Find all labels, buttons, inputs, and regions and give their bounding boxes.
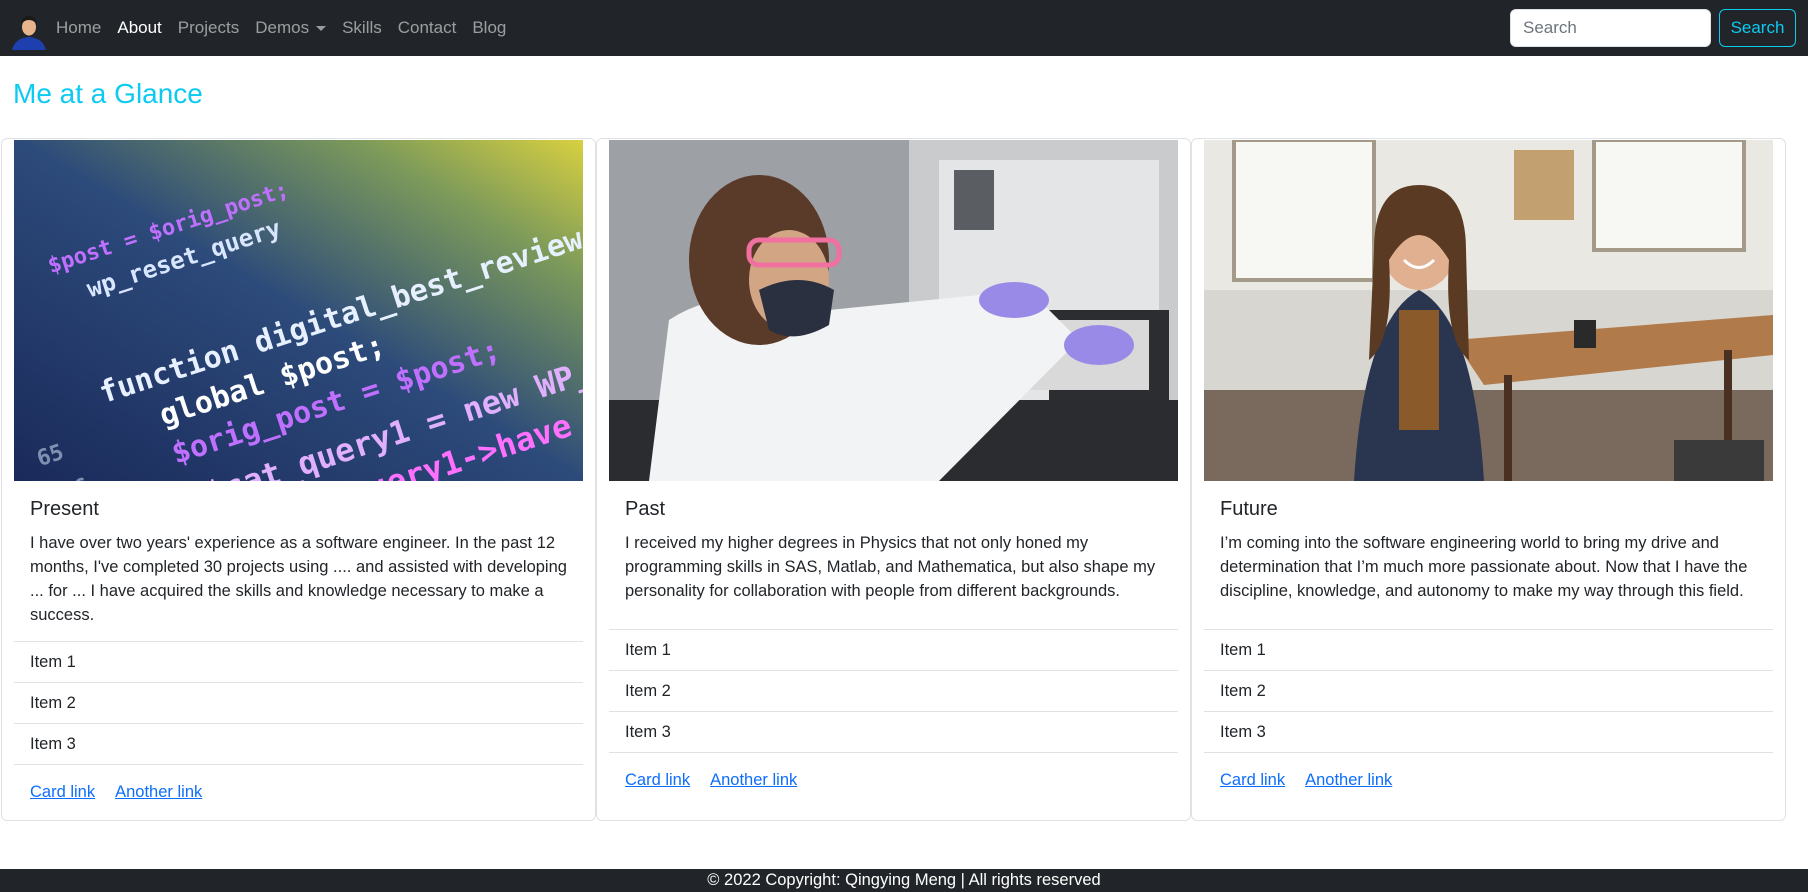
card-link[interactable]: Card link	[30, 783, 95, 802]
card-text: I have over two years' experience as a s…	[30, 534, 567, 624]
search-input[interactable]	[1510, 9, 1711, 47]
list-item: Item 2	[14, 683, 583, 724]
card-links: Card link Another link	[30, 783, 222, 802]
card-body: Present I have over two years' experienc…	[30, 497, 575, 627]
nav-link-skills[interactable]: Skills	[342, 18, 382, 38]
nav-link-demos-label: Demos	[255, 18, 310, 37]
card-list: Item 1 Item 2 Item 3	[1204, 629, 1773, 753]
list-item: Item 1	[1204, 630, 1773, 671]
card-title: Past	[625, 498, 666, 520]
nav-link-contact[interactable]: Contact	[398, 18, 457, 38]
nav-link-about[interactable]: About	[117, 18, 161, 38]
nav-link-home[interactable]: Home	[56, 18, 101, 38]
card-link[interactable]: Card link	[625, 771, 690, 790]
card-title: Present	[30, 498, 99, 520]
list-item: Item 3	[1204, 712, 1773, 753]
page-title: Me at a Glance	[13, 78, 203, 109]
list-item: Item 1	[609, 630, 1178, 671]
card-body: Future I’m coming into the software engi…	[1220, 497, 1765, 603]
card-links: Card link Another link	[625, 771, 817, 790]
card-links: Card link Another link	[1220, 771, 1412, 790]
another-link[interactable]: Another link	[115, 783, 202, 802]
card-image-code: $post = $orig_post; wp_reset_query funct…	[14, 140, 583, 481]
list-item: Item 2	[609, 671, 1178, 712]
another-link[interactable]: Another link	[710, 771, 797, 790]
card-title: Future	[1220, 498, 1278, 520]
card-text: I received my higher degrees in Physics …	[625, 534, 1156, 600]
card-link[interactable]: Card link	[1220, 771, 1285, 790]
card-future: Future I’m coming into the software engi…	[1191, 138, 1786, 821]
list-item: Item 3	[14, 724, 583, 765]
nav-link-projects[interactable]: Projects	[178, 18, 239, 38]
card-image-office	[1204, 140, 1773, 481]
nav-links: Home About Projects Demos Skills Contact…	[56, 0, 522, 56]
footer: © 2022 Copyright: Qingying Meng | All ri…	[0, 869, 1808, 892]
card-image-lab	[609, 140, 1178, 481]
list-item: Item 1	[14, 642, 583, 683]
card-present: $post = $orig_post; wp_reset_query funct…	[1, 138, 596, 821]
card-list: Item 1 Item 2 Item 3	[14, 641, 583, 765]
card-list: Item 1 Item 2 Item 3	[609, 629, 1178, 753]
navbar: Home About Projects Demos Skills Contact…	[0, 0, 1808, 56]
nav-link-demos-dropdown[interactable]: Demos	[255, 18, 327, 38]
card-past: Past I received my higher degrees in Phy…	[596, 138, 1191, 821]
search-button[interactable]: Search	[1719, 9, 1796, 47]
caret-down-icon	[316, 25, 327, 31]
list-item: Item 3	[609, 712, 1178, 753]
nav-link-blog[interactable]: Blog	[472, 18, 506, 38]
avatar[interactable]	[9, 10, 49, 50]
card-text: I’m coming into the software engineering…	[1220, 534, 1748, 600]
card-body: Past I received my higher degrees in Phy…	[625, 497, 1170, 603]
footer-copyright: © 2022 Copyright: Qingying Meng | All ri…	[707, 871, 1101, 889]
another-link[interactable]: Another link	[1305, 771, 1392, 790]
list-item: Item 2	[1204, 671, 1773, 712]
